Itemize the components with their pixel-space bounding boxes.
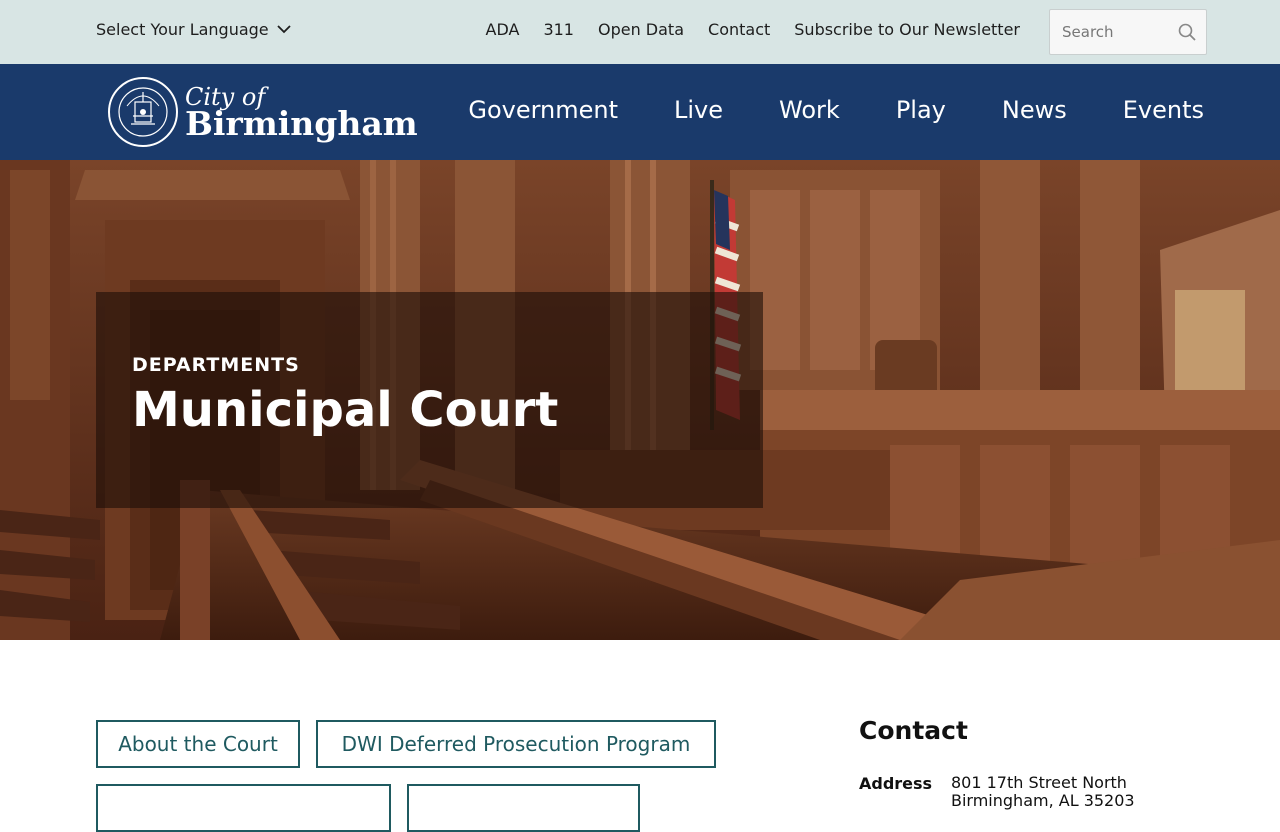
contact-address: Address 801 17th Street North Birmingham… [859, 774, 1135, 810]
logo-wordmark: City of Birmingham [185, 85, 418, 140]
main-header: City of Birmingham Government Live Work … [0, 64, 1280, 160]
311-link[interactable]: 311 [543, 20, 574, 39]
language-selector[interactable]: Select Your Language [96, 20, 291, 39]
hero-overlay: DEPARTMENTS Municipal Court [96, 292, 763, 508]
search-input[interactable] [1050, 10, 1170, 54]
utility-bar: Select Your Language ADA 311 Open Data C… [0, 0, 1280, 64]
nav-work[interactable]: Work [779, 96, 840, 124]
contact-link[interactable]: Contact [708, 20, 770, 39]
page-title: Municipal Court [132, 382, 559, 438]
address-line-2: Birmingham, AL 35203 [951, 791, 1135, 810]
address-value: 801 17th Street North Birmingham, AL 352… [951, 774, 1135, 810]
nav-events[interactable]: Events [1123, 96, 1204, 124]
language-label: Select Your Language [96, 20, 269, 39]
nav-government[interactable]: Government [468, 96, 618, 124]
contact-title: Contact [859, 716, 968, 745]
about-court-button[interactable]: About the Court [96, 720, 300, 768]
utility-links: ADA 311 Open Data Contact Subscribe to O… [486, 20, 1021, 39]
logo-line-2: Birmingham [185, 103, 418, 143]
quick-link-button-3[interactable] [96, 784, 391, 832]
search-box [1049, 9, 1207, 55]
quick-link-button-4[interactable] [407, 784, 640, 832]
hero-eyebrow: DEPARTMENTS [132, 354, 300, 376]
address-line-1: 801 17th Street North [951, 773, 1127, 792]
chevron-down-icon [277, 25, 291, 34]
main-nav: Government Live Work Play News Events [468, 96, 1204, 124]
dwi-program-button[interactable]: DWI Deferred Prosecution Program [316, 720, 716, 768]
contact-panel: Contact Address 801 17th Street North Bi… [859, 716, 1199, 810]
open-data-link[interactable]: Open Data [598, 20, 684, 39]
hero-banner: DEPARTMENTS Municipal Court [0, 160, 1280, 640]
nav-live[interactable]: Live [674, 96, 723, 124]
ada-link[interactable]: ADA [486, 20, 520, 39]
address-label: Address [859, 774, 933, 793]
city-logo[interactable]: City of Birmingham [107, 76, 418, 148]
newsletter-link[interactable]: Subscribe to Our Newsletter [794, 20, 1020, 39]
nav-play[interactable]: Play [896, 96, 946, 124]
search-icon[interactable] [1178, 23, 1196, 41]
nav-news[interactable]: News [1002, 96, 1067, 124]
city-seal-icon [108, 77, 178, 147]
